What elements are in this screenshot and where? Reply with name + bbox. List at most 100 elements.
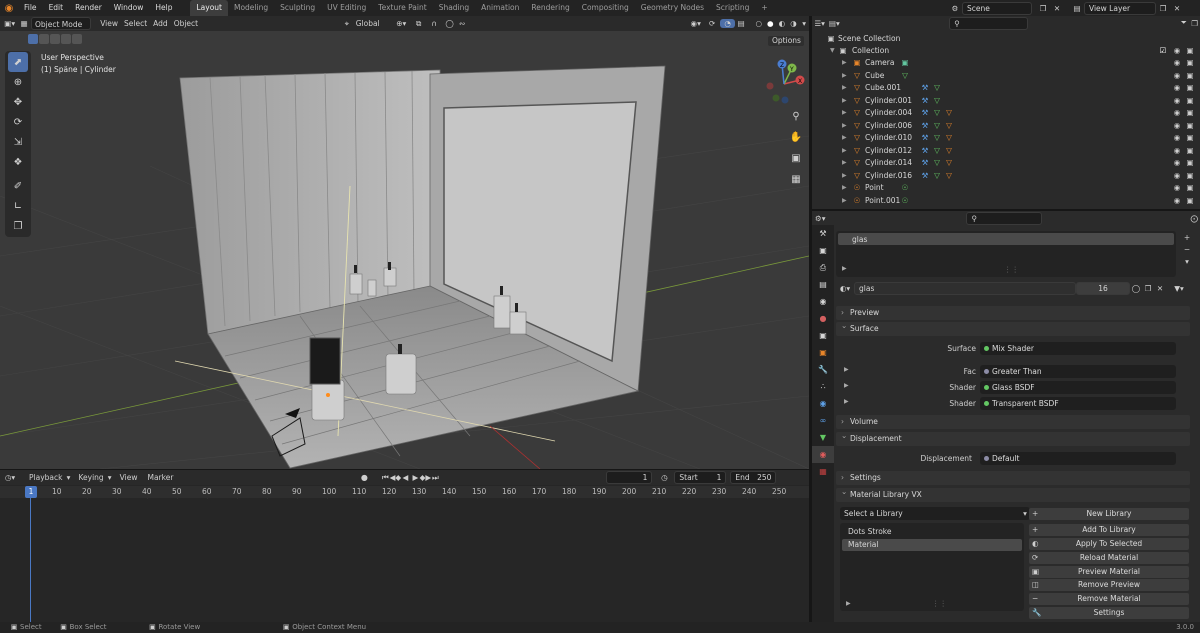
- remove-material-button[interactable]: − Remove Material: [1029, 593, 1189, 605]
- menu-edit[interactable]: Edit: [43, 0, 70, 16]
- close-icon[interactable]: ✕: [1050, 4, 1064, 13]
- surface-shader-field[interactable]: Mix Shader: [980, 342, 1176, 355]
- outliner-row[interactable]: ▶ ▽ Cube ▽ ◉ ▣: [812, 70, 1200, 83]
- editor-type-icon[interactable]: ▣▾: [0, 19, 19, 28]
- proportional-falloff-icon[interactable]: ∾: [457, 19, 467, 28]
- panel-settings[interactable]: Settings: [836, 471, 1190, 485]
- menu-marker[interactable]: Marker: [144, 471, 176, 484]
- remove-slot-icon[interactable]: −: [1180, 243, 1194, 255]
- expand-icon[interactable]: ▶: [842, 157, 847, 170]
- tab-layout[interactable]: Layout: [190, 0, 228, 16]
- light-data-icon[interactable]: ☉: [900, 195, 910, 208]
- eye-icon[interactable]: ◉: [1172, 82, 1182, 95]
- visibility-icon[interactable]: ◉▾: [687, 19, 704, 28]
- eye-icon[interactable]: ◉: [1172, 57, 1182, 70]
- view-layer-tab-icon[interactable]: ▤: [812, 276, 834, 293]
- outliner-row[interactable]: ▶ ▽ Cylinder.004 ⚒ ▽ ▽ ◉ ▣: [812, 107, 1200, 120]
- close-icon[interactable]: ✕: [1170, 4, 1184, 13]
- scene-icon[interactable]: ⚙: [948, 4, 962, 13]
- outliner-row-scene-collection[interactable]: ▣ Scene Collection: [812, 33, 1200, 46]
- tool-tab-icon[interactable]: ⚒: [812, 225, 834, 242]
- tab-sculpting[interactable]: Sculpting: [274, 0, 321, 16]
- options-button[interactable]: Options: [767, 35, 805, 47]
- new-library-button[interactable]: + New Library: [1029, 508, 1189, 520]
- material-icon[interactable]: ▽: [944, 120, 954, 133]
- resize-handle-icon[interactable]: ⋮⋮: [932, 599, 947, 608]
- clock-icon[interactable]: ◷▾: [0, 473, 20, 482]
- select-box-icon[interactable]: ⬈: [8, 52, 28, 72]
- outliner-row-collection[interactable]: ▼ ▣ Collection ☑ ◉ ▣: [812, 45, 1200, 58]
- outliner-row[interactable]: ▶ ▽ Cylinder.014 ⚒ ▽ ▽ ◉ ▣: [812, 157, 1200, 170]
- tab-uv-editing[interactable]: UV Editing: [321, 0, 372, 16]
- remove-preview-button[interactable]: ◫ Remove Preview: [1029, 579, 1189, 591]
- camera-render-icon[interactable]: ▣: [1185, 157, 1195, 170]
- apply-to-selected-button[interactable]: ◐ Apply To Selected: [1029, 538, 1189, 550]
- eye-icon[interactable]: ◉: [1172, 195, 1182, 208]
- eye-icon[interactable]: ◉: [1172, 95, 1182, 108]
- material-shading-icon[interactable]: ◐: [776, 19, 788, 28]
- camera-render-icon[interactable]: ▣: [1185, 82, 1195, 95]
- 3d-viewport[interactable]: ▣▾ ▦ Object Mode View Select Add Object …: [0, 16, 809, 469]
- modifier-icon[interactable]: ⚒: [920, 120, 930, 133]
- outliner-row[interactable]: ▶ ▽ Cylinder.001 ⚒ ▽ ◉ ▣: [812, 95, 1200, 108]
- scene-selector[interactable]: Scene: [962, 2, 1032, 15]
- transform-icon[interactable]: ❖: [8, 152, 28, 172]
- library-settings-button[interactable]: 🔧 Settings: [1029, 607, 1189, 619]
- camera-render-icon[interactable]: ▣: [1185, 120, 1195, 133]
- camera-render-icon[interactable]: ▣: [1185, 95, 1195, 108]
- add-slot-icon[interactable]: +: [1180, 231, 1194, 243]
- eye-icon[interactable]: ◉: [1172, 182, 1182, 195]
- panel-displacement[interactable]: Displacement: [836, 429, 1190, 446]
- menu-render[interactable]: Render: [69, 0, 108, 16]
- camera-render-icon[interactable]: ▣: [1185, 107, 1195, 120]
- outliner-row[interactable]: ▶ ☉ Point ☉ ◉ ▣: [812, 182, 1200, 195]
- blender-logo-icon[interactable]: ◉: [0, 3, 18, 14]
- timeline-editor[interactable]: ◷▾ Playback ▾ Keying ▾ View Marker ● ⏮ ◀…: [0, 470, 809, 622]
- expand-icon[interactable]: ▶: [842, 132, 847, 145]
- library-select-dropdown[interactable]: Select a Library ▾: [840, 507, 1030, 520]
- material-name-field[interactable]: glas: [854, 282, 1076, 295]
- material-users-count[interactable]: 16: [1076, 282, 1130, 295]
- outliner[interactable]: ☰▾ ▤▾ ⚲ ⏷ ❐ ▣ Scene Collection ▼ ▣ Colle…: [812, 16, 1200, 209]
- xray-icon[interactable]: ▤: [735, 19, 747, 28]
- tab-rendering[interactable]: Rendering: [525, 0, 575, 16]
- material-icon[interactable]: ▽: [944, 132, 954, 145]
- camera-render-icon[interactable]: ▣: [1185, 195, 1195, 208]
- camera-render-icon[interactable]: ▣: [1185, 170, 1195, 183]
- editor-type-icon[interactable]: ☰▾: [812, 19, 827, 28]
- collection-tab-icon[interactable]: ▣: [812, 327, 834, 344]
- tab-geometry-nodes[interactable]: Geometry Nodes: [635, 0, 710, 16]
- scale-icon[interactable]: ⇲: [8, 132, 28, 152]
- outliner-row[interactable]: ▶ ☉ Point.001 ☉ ◉ ▣: [812, 195, 1200, 208]
- shader-1-field[interactable]: Glass BSDF: [980, 381, 1176, 394]
- link-mode-icon[interactable]: ▼▾: [1172, 284, 1186, 293]
- outliner-row[interactable]: ▶ ▽ Cube.001 ⚒ ▽ ◉ ▣: [812, 82, 1200, 95]
- play-reverse-icon[interactable]: ◀: [400, 473, 410, 482]
- add-to-library-button[interactable]: + Add To Library: [1029, 524, 1189, 536]
- displacement-field[interactable]: Default: [980, 452, 1176, 465]
- world-tab-icon[interactable]: ●: [812, 310, 834, 327]
- checkbox-icon[interactable]: ☑: [1158, 45, 1168, 58]
- constraints-tab-icon[interactable]: ∞: [812, 412, 834, 429]
- slot-menu-icon[interactable]: ▾: [1180, 255, 1194, 267]
- start-frame-field[interactable]: Start 1: [674, 471, 727, 484]
- material-icon[interactable]: ▽: [944, 170, 954, 183]
- modifier-icon[interactable]: ⚒: [920, 170, 930, 183]
- search-input[interactable]: ⚲: [949, 16, 1029, 30]
- display-mode-icon[interactable]: ▤▾: [827, 19, 841, 28]
- library-list[interactable]: Dots Stroke Material ▶ ⋮⋮: [840, 523, 1024, 611]
- wireframe-shading-icon[interactable]: ○: [753, 19, 765, 28]
- expand-icon[interactable]: ▶: [842, 70, 847, 83]
- data-tab-icon[interactable]: ▼: [812, 429, 834, 446]
- jump-end-icon[interactable]: ⏭: [430, 473, 440, 483]
- new-collection-icon[interactable]: ❐: [1189, 19, 1200, 28]
- filter-icon[interactable]: ⏷: [1178, 18, 1189, 28]
- preview-material-button[interactable]: ▣ Preview Material: [1029, 566, 1189, 578]
- shading-options-icon[interactable]: ▾: [799, 19, 809, 28]
- modifier-icon[interactable]: ⚒: [920, 145, 930, 158]
- overlay-icon[interactable]: ◔: [719, 19, 736, 28]
- snap-icon[interactable]: ⧉: [411, 19, 426, 29]
- mode-selector[interactable]: Object Mode: [31, 17, 92, 30]
- properties-search-input[interactable]: ⚲: [966, 211, 1043, 225]
- current-frame-field[interactable]: 1: [606, 471, 653, 484]
